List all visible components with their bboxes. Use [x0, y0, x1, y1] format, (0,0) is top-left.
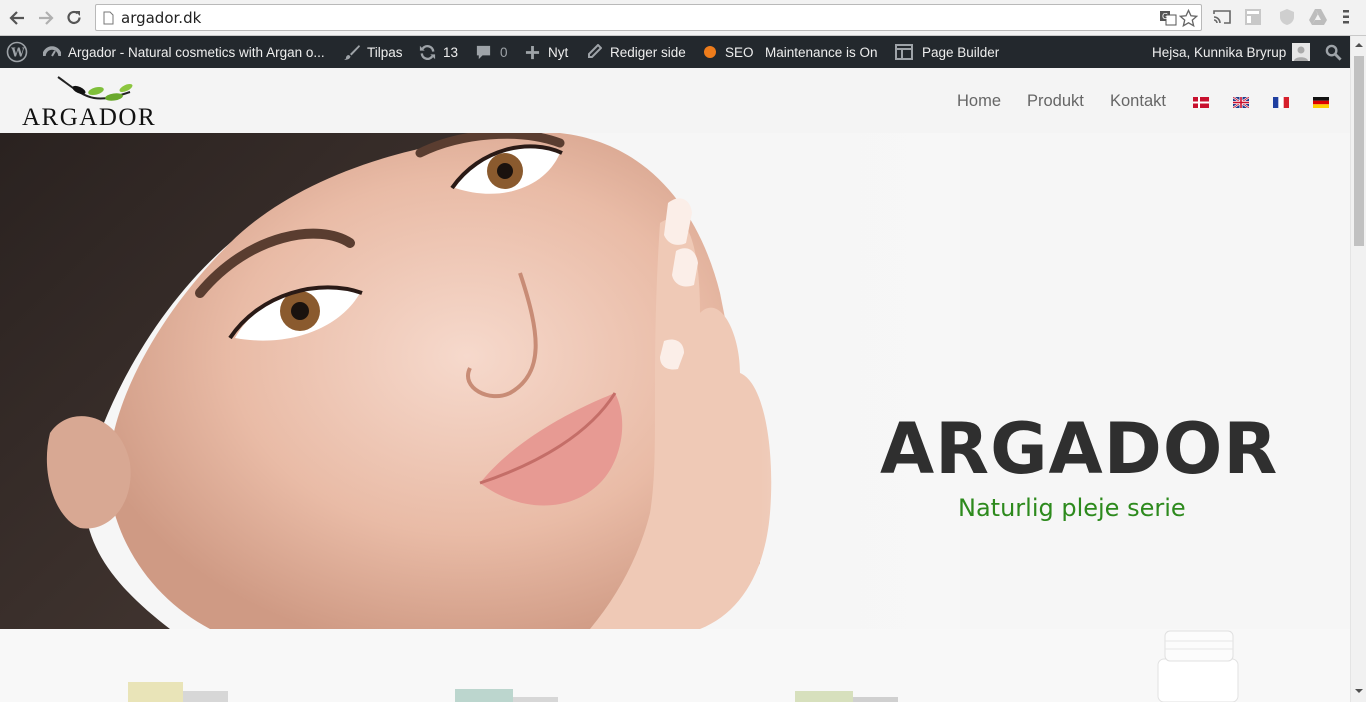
site-name-label: Argador - Natural cosmetics with Argan o… [68, 44, 325, 60]
svg-text:G: G [1162, 12, 1168, 21]
search-icon [1325, 44, 1342, 61]
customize-label: Tilpas [367, 44, 403, 60]
edit-page-link[interactable]: Rediger side [586, 36, 686, 68]
reload-button[interactable] [62, 6, 86, 30]
new-label: Nyt [548, 44, 569, 60]
pencil-icon [588, 44, 602, 58]
avatar [1292, 43, 1311, 61]
updates-link[interactable]: 13 [418, 36, 458, 68]
dashboard-icon [43, 46, 61, 57]
search-link[interactable] [1325, 36, 1342, 68]
page-icon [103, 11, 114, 25]
edit-page-label: Rediger side [610, 44, 686, 60]
menu-dots-icon[interactable] [1342, 8, 1350, 26]
hero-title: ARGADOR [880, 408, 1279, 490]
wordpress-logo-menu[interactable]: W [6, 36, 28, 68]
product-bottle-3-image[interactable] [792, 629, 902, 702]
seo-status-dot [704, 46, 716, 58]
wp-admin-bar: W Argador - Natural cosmetics with Argan… [0, 36, 1350, 68]
updates-count: 13 [443, 44, 459, 60]
product-bottle-1-image[interactable] [125, 629, 235, 702]
customize-link[interactable]: Tilpas [343, 36, 403, 68]
reload-icon [67, 10, 81, 25]
translate-icon[interactable]: G [1159, 9, 1177, 27]
logo-text: ARGADOR [22, 104, 157, 131]
danish-flag-icon[interactable] [1193, 97, 1209, 108]
scroll-up-icon[interactable] [1351, 38, 1366, 52]
page-builder-link[interactable]: Page Builder [895, 36, 999, 68]
seo-menu[interactable]: SEO [704, 36, 754, 68]
forward-button[interactable] [34, 6, 58, 30]
english-flag-icon[interactable] [1233, 97, 1249, 108]
site-name-menu[interactable]: Argador - Natural cosmetics with Argan o… [43, 36, 325, 68]
scrollbar-thumb[interactable] [1354, 56, 1364, 246]
page-scrollbar[interactable] [1350, 36, 1366, 702]
scroll-down-icon[interactable] [1351, 684, 1366, 698]
comment-icon [476, 45, 491, 59]
product-bottle-2-image[interactable] [452, 629, 562, 702]
drive-extension-icon[interactable] [1308, 8, 1328, 26]
hero-subtitle: Naturlig pleje serie [958, 494, 1186, 522]
back-button[interactable] [5, 6, 29, 30]
hero-banner: ARGADOR Naturlig pleje serie [0, 133, 1350, 629]
maintenance-label: Maintenance is On [765, 44, 878, 60]
greeting-label: Hejsa, Kunnika Bryrup [1152, 44, 1287, 60]
browser-toolbar: argador.dk G [0, 0, 1366, 36]
product-strip [0, 629, 1350, 702]
hero-portrait-image [0, 133, 1350, 629]
star-icon[interactable] [1179, 9, 1198, 28]
site-logo[interactable]: ARGADOR [20, 74, 165, 131]
paintbrush-icon [344, 45, 360, 60]
comments-count: 0 [500, 44, 508, 60]
plus-icon [525, 45, 540, 59]
refresh-icon [419, 44, 436, 60]
nav-produkt[interactable]: Produkt [1027, 92, 1084, 111]
arrow-left-icon [9, 11, 24, 25]
wordpress-icon: W [6, 41, 28, 63]
cast-icon[interactable] [1212, 8, 1232, 26]
product-jar-image[interactable] [1155, 629, 1245, 702]
german-flag-icon[interactable] [1313, 97, 1329, 108]
page-builder-label: Page Builder [922, 44, 1000, 60]
arrow-right-icon [39, 11, 54, 25]
nav-home[interactable]: Home [957, 92, 1001, 111]
address-bar[interactable]: argador.dk G [95, 4, 1202, 31]
account-menu[interactable]: Hejsa, Kunnika Bryrup [1152, 36, 1311, 68]
nav-kontakt[interactable]: Kontakt [1110, 92, 1166, 111]
comments-link[interactable]: 0 [475, 36, 508, 68]
french-flag-icon[interactable] [1273, 97, 1289, 108]
shield-extension-icon[interactable] [1278, 8, 1296, 26]
page-builder-icon [895, 44, 913, 60]
url-text: argador.dk [121, 9, 202, 27]
new-content-menu[interactable]: Nyt [525, 36, 568, 68]
seo-label: SEO [725, 44, 754, 60]
maintenance-link[interactable]: Maintenance is On [765, 36, 878, 68]
svg-text:W: W [10, 46, 25, 60]
layout-extension-icon[interactable] [1244, 8, 1262, 26]
site-header: ARGADOR Home Produkt Kontakt [0, 68, 1350, 133]
olive-branch-icon [57, 76, 133, 101]
